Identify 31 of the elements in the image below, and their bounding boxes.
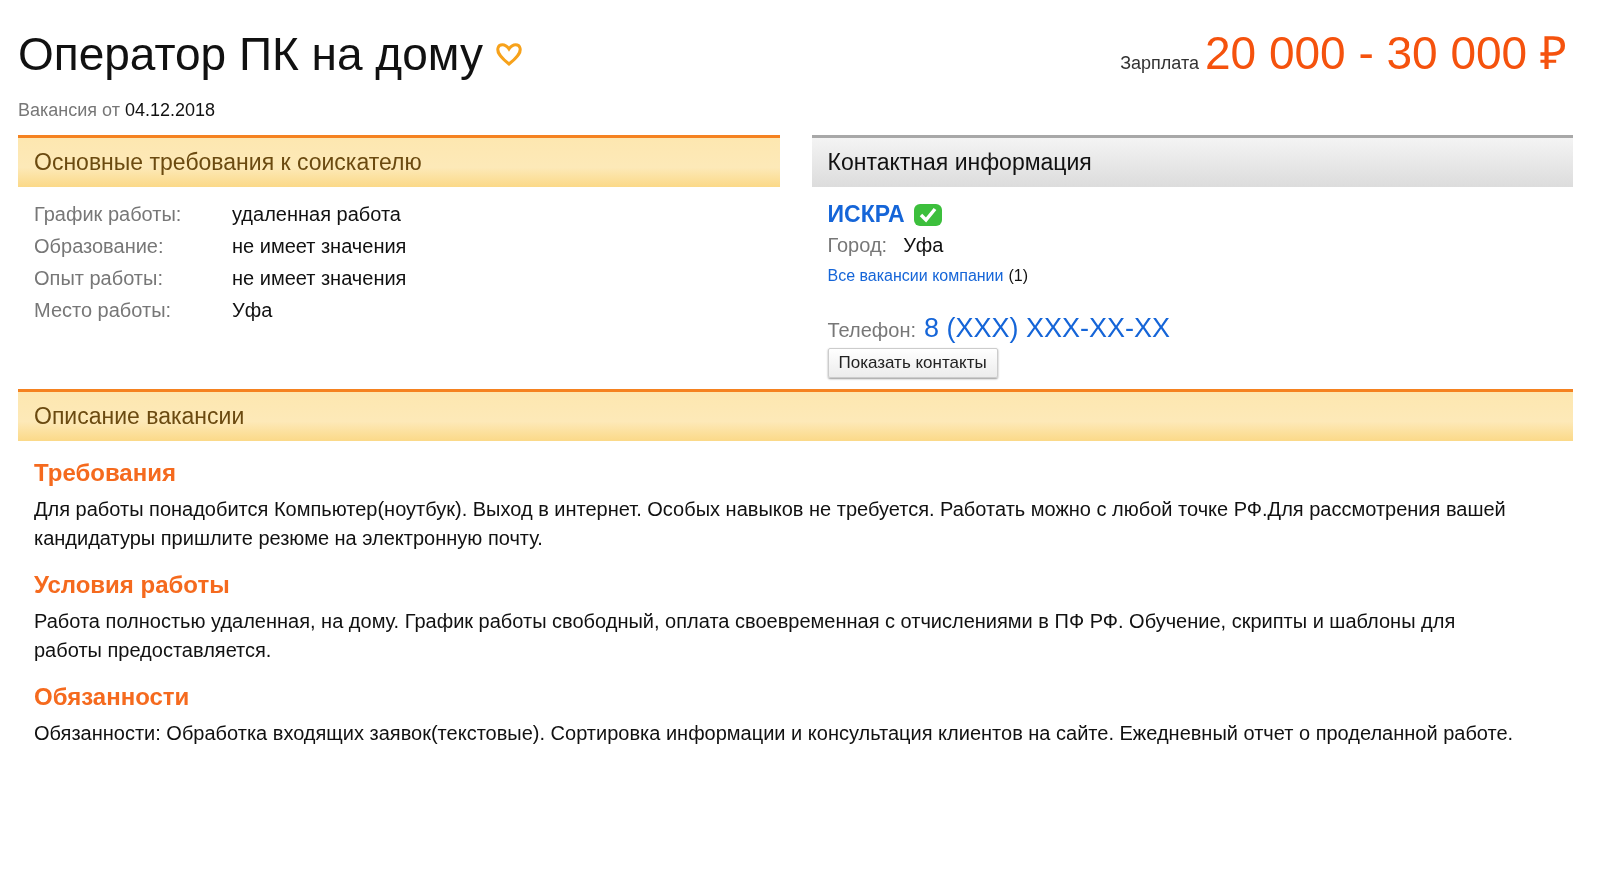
field-value: Уфа <box>232 299 274 322</box>
description-paragraph: Работа полностью удаленная, на дому. График работы свободный, оплата своевременная с отчислениями в ПФ РФ. Обучение, скрипты и шаблоны для работы предоставляется. <box>34 609 1457 663</box>
city-label: Город: <box>827 234 888 257</box>
job-title: Оператор ПК на дому <box>18 27 483 82</box>
section-header: Контактная информация <box>811 135 1573 187</box>
field-value: не имеет значения <box>232 267 408 290</box>
subsection-heading: Условия работы <box>34 571 231 599</box>
phone-label: Телефон: <box>827 319 917 342</box>
company-link[interactable]: ИСКРА <box>827 201 905 228</box>
field-label: Опыт работы: <box>34 267 164 290</box>
subsection-heading: Требования <box>34 459 177 487</box>
salary-label: Зарплата <box>1120 53 1199 74</box>
posted-label: Вакансия от <box>18 100 120 121</box>
section-header: Основные требования к соискателю <box>18 135 780 187</box>
vacancy-count: (1) <box>1008 267 1029 285</box>
heart-icon[interactable] <box>494 41 523 67</box>
phone-number: 8 (XXX) XXX-XX-XX <box>924 313 1171 344</box>
posted-date: 04.12.2018 <box>124 100 215 121</box>
description-paragraph: Обязанности: Обработка входящих заявок(текстовые). Сортировка информации и консультация клиентов на сайте. Ежедневный отчет о проделанной работе. <box>34 721 1514 746</box>
field-label: Место работы: <box>34 299 173 322</box>
field-label: График работы: <box>34 203 183 226</box>
city-value: Уфа <box>903 234 944 257</box>
field-value: удаленная работа <box>232 203 402 226</box>
field-label: Образование: <box>34 235 165 258</box>
field-value: не имеет значения <box>232 235 408 258</box>
subsection-heading: Обязанности <box>34 683 191 711</box>
show-contacts-button[interactable]: Показать контакты <box>827 348 998 378</box>
all-vacancies-link[interactable]: Все вакансии компании <box>827 267 1004 285</box>
section-header: Описание вакансии <box>18 389 1573 441</box>
description-paragraph: Для работы понадобится Компьютер(ноутбук). Выход в интернет. Особых навыков не требуется. Работать можно с любой точке РФ.Для рассмотрения вашей кандидатуры пришлите резюме на электронную почту. <box>34 497 1507 551</box>
salary-value: 20 000 - 30 000 ₽ <box>1204 26 1567 81</box>
